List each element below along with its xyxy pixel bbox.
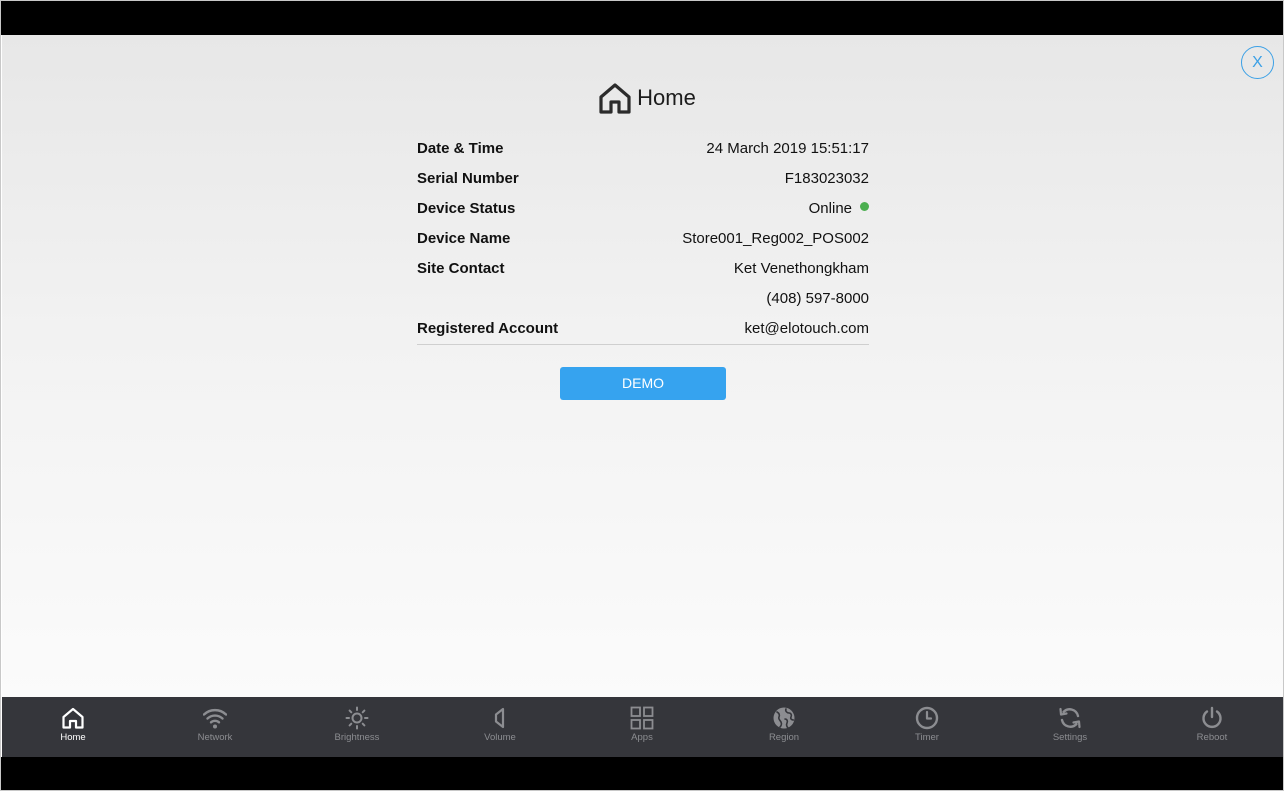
info-row-device-name: Device Name Store001_Reg002_POS002	[417, 223, 869, 253]
info-row-site-contact: Site Contact Ket Venethongkham	[417, 253, 869, 283]
home-icon	[62, 707, 84, 729]
nav-label: Settings	[1052, 732, 1088, 743]
clock-icon	[915, 706, 939, 730]
status-value: Online	[809, 200, 869, 217]
nav-label: Timer	[915, 732, 939, 743]
home-icon	[599, 83, 631, 114]
top-black-bar	[1, 1, 1283, 35]
globe-icon	[773, 707, 795, 729]
nav-item-reboot[interactable]: Reboot	[1162, 697, 1262, 757]
sync-icon	[1059, 707, 1081, 729]
nav-label: Reboot	[1196, 732, 1228, 743]
bottom-black-bar	[1, 757, 1283, 790]
nav-label: Apps	[631, 732, 653, 743]
wifi-icon	[203, 708, 227, 729]
nav-label: Brightness	[334, 732, 380, 743]
nav-item-network[interactable]: Network	[165, 697, 265, 757]
nav-item-volume[interactable]: Volume	[450, 697, 550, 757]
nav-item-brightness[interactable]: Brightness	[307, 697, 407, 757]
info-value: Store001_Reg002_POS002	[682, 229, 869, 247]
info-row-date-time: Date & Time 24 March 2019 15:51:17	[417, 133, 869, 163]
demo-button[interactable]: DEMO	[560, 367, 726, 400]
info-value: ket@elotouch.com	[744, 319, 869, 337]
status-text: Online	[808, 199, 852, 217]
info-row-serial-number: Serial Number F183023032	[417, 163, 869, 193]
app-window: X Home Date & Time 24 March 2019 15:51:1…	[0, 0, 1284, 791]
info-label: Site Contact	[417, 259, 505, 277]
info-value: F183023032	[784, 169, 869, 187]
info-value: (408) 597-8000	[766, 289, 869, 307]
nav-item-apps[interactable]: Apps	[592, 697, 692, 757]
info-label: Date & Time	[417, 139, 504, 157]
info-label: Device Status	[417, 199, 516, 217]
info-label: Serial Number	[417, 169, 519, 187]
info-row-device-status: Device Status Online	[417, 193, 869, 223]
info-label: Registered Account	[417, 319, 559, 337]
brightness-icon	[345, 706, 369, 730]
volume-icon	[494, 707, 505, 729]
nav-label: Network	[197, 732, 233, 743]
nav-item-settings[interactable]: Settings	[1020, 697, 1120, 757]
nav-label: Home	[60, 732, 86, 743]
nav-label: Volume	[484, 732, 516, 743]
nav-item-home[interactable]: Home	[23, 697, 123, 757]
divider	[417, 344, 869, 345]
info-row-registered-account: Registered Account ket@elotouch.com	[417, 313, 869, 343]
status-online-dot	[860, 201, 869, 211]
close-button[interactable]: X	[1241, 46, 1274, 79]
info-row-site-phone: (408) 597-8000	[417, 283, 869, 313]
bottom-nav-bar: Home Network Brightness Volume Apps Regi…	[2, 697, 1283, 757]
page-title: Home	[637, 85, 696, 110]
info-value: 24 March 2019 15:51:17	[706, 139, 869, 157]
info-value: Ket Venethongkham	[733, 259, 869, 277]
page-header: Home	[1, 79, 1283, 117]
nav-item-region[interactable]: Region	[734, 697, 834, 757]
nav-label: Region	[768, 732, 800, 743]
nav-item-timer[interactable]: Timer	[877, 697, 977, 757]
info-label: Device Name	[417, 229, 511, 247]
device-info-table: Date & Time 24 March 2019 15:51:17 Seria…	[417, 133, 869, 345]
power-icon	[1202, 706, 1222, 729]
apps-grid-icon	[630, 706, 654, 730]
